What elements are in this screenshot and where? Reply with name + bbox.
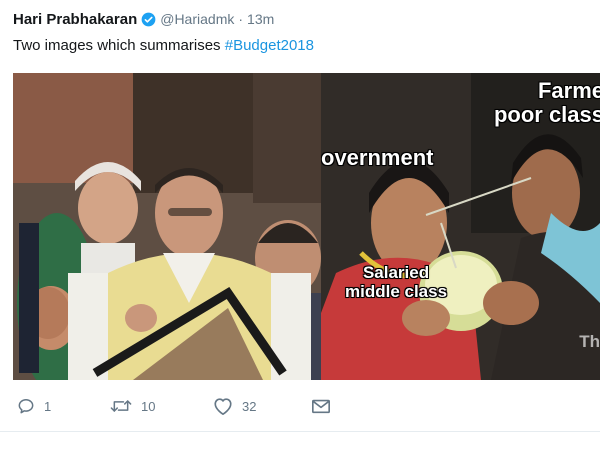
separator-dot: · [238,11,244,27]
tweet-text: Two images which summarises #Budget2018 [13,37,314,54]
tweet-timestamp[interactable]: 13m [247,11,274,27]
retweet-icon [110,400,132,412]
retweet-button[interactable]: 10 [109,396,155,416]
tweet-text-body: Two images which summarises [13,37,225,54]
media-photo-left[interactable] [13,73,321,380]
tweet-header: Hari Prabhakaran @Hariadmk · 13m [13,8,274,30]
author-handle[interactable]: @Hariadmk [160,11,234,27]
direct-message-button[interactable] [310,396,332,416]
meme-caption-salaried-line2: middle class [345,282,448,301]
heart-icon [214,398,232,415]
meme-caption-salaried: Salaried middle class [345,263,447,301]
like-count: 32 [242,398,257,414]
meme-caption-government: overnment [321,145,434,170]
retweet-count: 10 [141,398,156,414]
hashtag-link[interactable]: #Budget2018 [225,37,314,54]
meme-caption-farmers: Farme poor class [494,79,600,127]
meme-caption-farmers-line2: poor class [493,102,600,127]
verified-badge-icon [141,12,156,26]
divider [0,431,600,432]
reply-icon [18,399,34,414]
media-photo-right[interactable]: overnment Farme poor class Salaried midd… [321,73,600,380]
author-name[interactable]: Hari Prabhakaran [13,11,137,28]
meme-caption-salaried-line1: Salaried [362,263,430,282]
reply-button[interactable]: 1 [16,396,51,416]
envelope-icon [312,399,330,414]
photo-politicians [13,73,321,380]
tweet-actions: 1 10 32 [16,396,346,420]
like-button[interactable]: 32 [212,396,256,416]
meme-caption-farmers-line1: Farme [537,78,600,103]
meme-watermark: Th [579,332,600,351]
reply-count: 1 [44,398,52,414]
tweet-media[interactable]: overnment Farme poor class Salaried midd… [13,73,600,380]
